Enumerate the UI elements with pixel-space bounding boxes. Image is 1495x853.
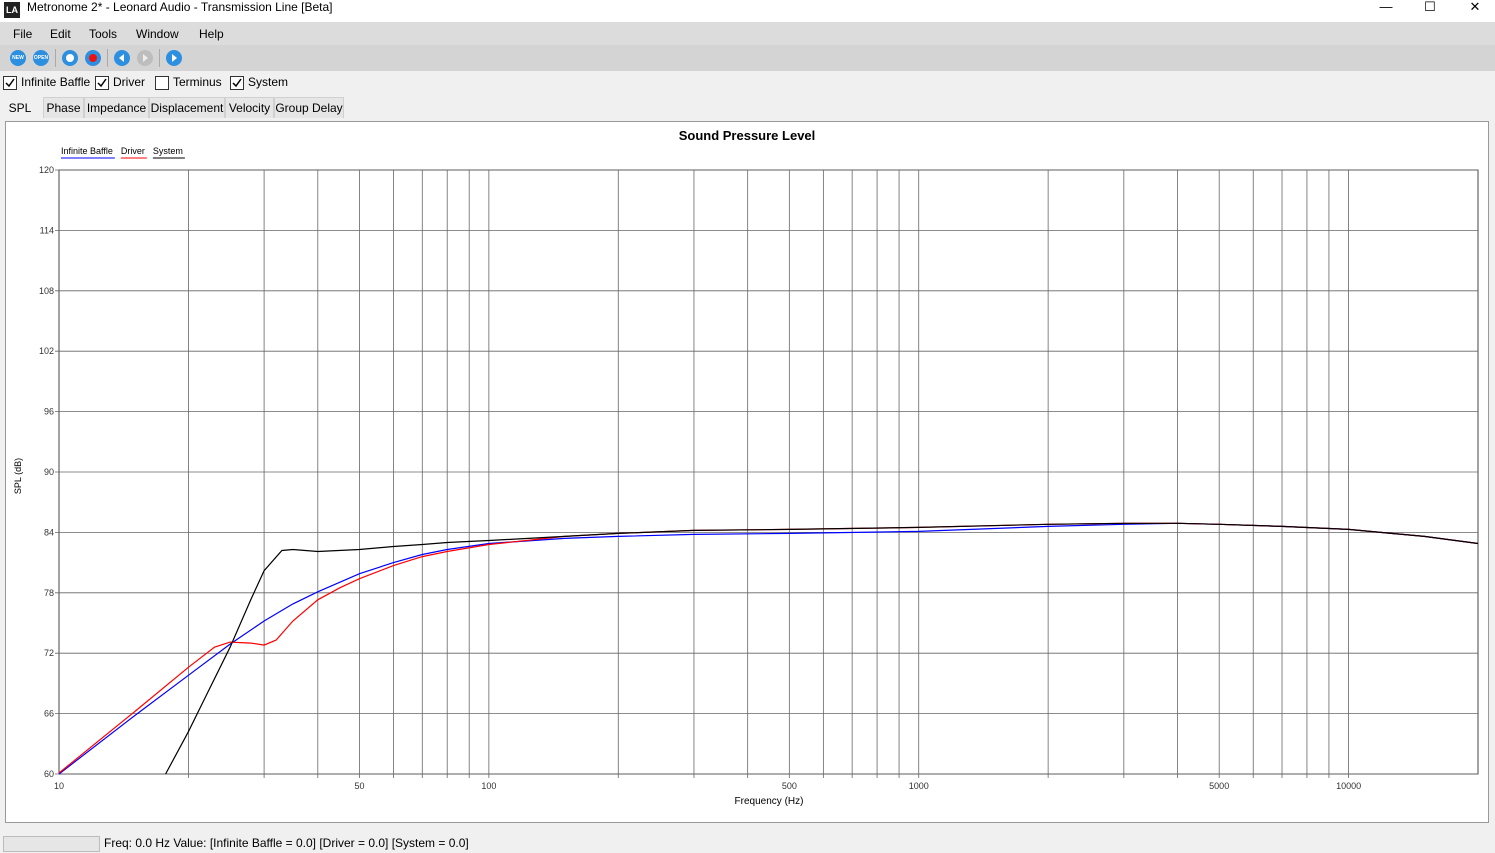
tab-impedance[interactable]: Impedance [84,97,149,118]
checkbox-terminus[interactable]: Terminus [155,75,222,91]
checkbox-label: Driver [113,75,145,89]
menu-edit[interactable]: Edit [50,27,71,41]
series-line-driver [58,522,1479,774]
spl-chart[interactable]: Sound Pressure Level 60 66 72 78 84 90 96 102 10… [6,122,1488,822]
tab-velocity[interactable]: Velocity [225,97,274,118]
title-bar: LA Metronome 2* - Leonard Audio - Transm… [0,0,1495,22]
checkbox-box[interactable] [95,76,109,90]
play-disabled-icon [137,50,153,66]
menu-tools[interactable]: Tools [89,27,117,41]
toolbar-separator [159,49,160,67]
y-tick-label: 78 [44,588,54,598]
step-back-icon[interactable] [114,50,130,66]
play-icon[interactable] [166,50,182,66]
legend-entry-infinite-baffle: Infinite Baffle [61,146,113,156]
checkbox-box[interactable] [155,76,169,90]
maximize-button[interactable]: ☐ [1407,0,1453,22]
tab-spl[interactable]: SPL [0,97,40,119]
y-tick-label: 120 [39,165,54,175]
chart-title: Sound Pressure Level [679,128,816,143]
stop-icon[interactable] [62,50,78,66]
menu-bar: File Edit Tools Window Help [0,22,1495,45]
toolbar-separator [107,49,108,67]
menu-help[interactable]: Help [199,27,224,41]
x-tick-label: 1000 [909,781,929,791]
toolbar-separator [55,49,56,67]
status-bar: Freq: 0.0 Hz Value: [Infinite Baffle = 0… [0,833,1495,853]
checkbox-label: Infinite Baffle [21,75,91,89]
minimize-button[interactable]: — [1363,0,1409,22]
progress-bar [3,836,100,852]
record-icon[interactable] [85,50,101,66]
toolbar: NEW OPEN [0,45,1495,71]
y-tick-label: 90 [44,467,54,477]
series-line-infinite-baffle [58,522,1479,775]
y-tick-label: 60 [44,769,54,779]
tab-displacement[interactable]: Displacement [149,97,225,118]
x-tick-label: 5000 [1209,781,1229,791]
checkbox-label: System [248,75,289,89]
x-tick-label: 50 [354,781,364,791]
y-tick-label: 72 [44,648,54,658]
status-readout: Freq: 0.0 Hz Value: [Infinite Baffle = 0… [104,836,469,850]
y-tick-label: 96 [44,407,54,417]
x-tick-label: 10 [54,781,64,791]
checkbox-box[interactable] [3,76,17,90]
new-icon[interactable]: NEW [10,50,26,66]
x-tick-label: 500 [782,781,797,791]
close-button[interactable]: ✕ [1452,0,1495,22]
y-tick-label: 84 [44,527,54,537]
y-axis-label: SPL (dB) [13,458,23,494]
checkbox-label: Terminus [173,75,222,89]
y-tick-label: 108 [39,286,54,296]
legend-entry-system: System [153,146,183,156]
x-tick-label: 10000 [1336,781,1361,791]
checkbox-infinite-baffle[interactable]: Infinite Baffle [3,75,90,91]
tab-group-delay[interactable]: Group Delay [274,97,344,118]
series-line-system [165,522,1479,775]
y-tick-label: 102 [39,346,54,356]
checkbox-driver[interactable]: Driver [95,75,147,91]
x-tick-label: 100 [481,781,496,791]
y-tick-label: 114 [40,225,54,235]
chart-panel: Sound Pressure Level 60 66 72 78 84 90 96 102 10… [5,121,1489,823]
checkbox-box[interactable] [230,76,244,90]
open-icon[interactable]: OPEN [33,50,49,66]
window-title: Metronome 2* - Leonard Audio - Transmiss… [27,0,333,14]
x-axis-label: Frequency (Hz) [735,796,804,807]
graph-tabs: SPL Phase Impedance Displacement Velocit… [0,97,1495,119]
menu-window[interactable]: Window [136,27,179,41]
tab-phase[interactable]: Phase [43,97,84,118]
y-tick-label: 66 [44,709,54,719]
checkbox-system[interactable]: System [230,75,289,91]
series-toggle-row: Infinite Baffle Driver Terminus System [0,72,1495,94]
app-logo-icon: LA [4,2,20,18]
legend-entry-driver: Driver [121,146,145,156]
menu-file[interactable]: File [13,27,32,41]
